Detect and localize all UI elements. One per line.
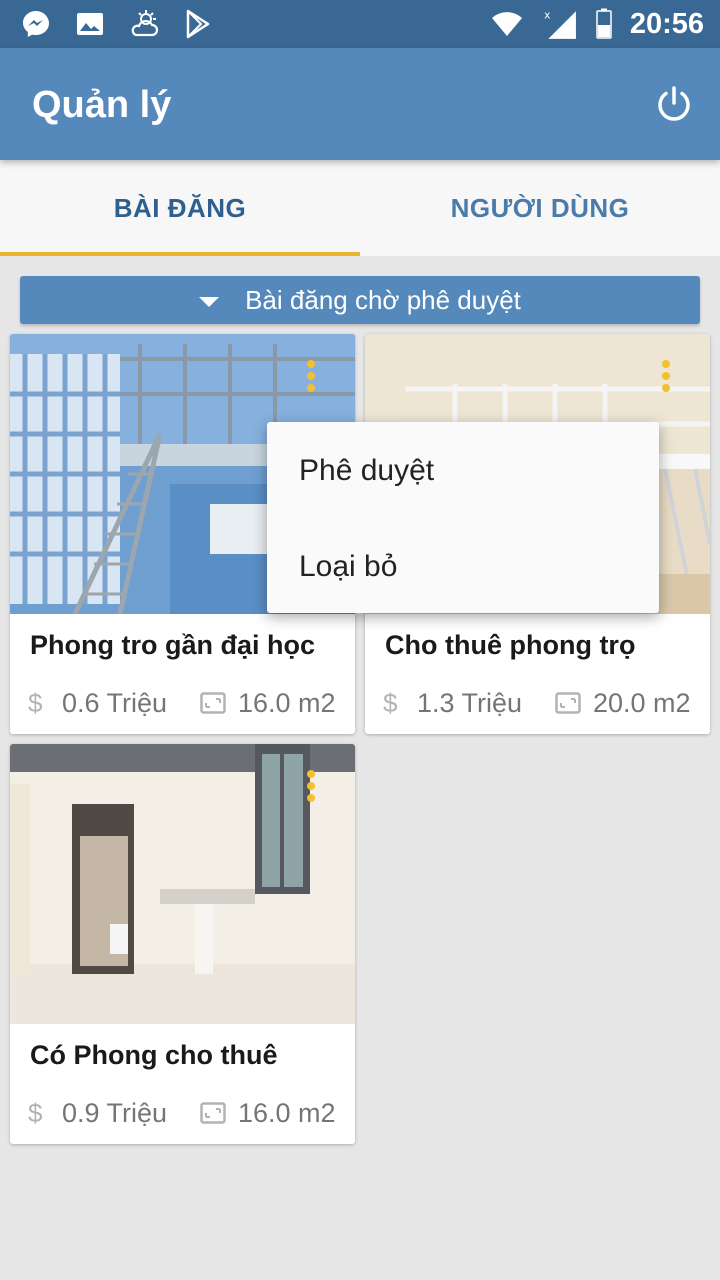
image-icon — [77, 13, 103, 35]
post-action-menu: Phê duyệt Loại bỏ — [267, 422, 659, 613]
post-meta: $ 0.9 Triệu 16.0 m2 — [28, 1096, 348, 1136]
messenger-icon — [23, 11, 49, 37]
tab-indicator — [0, 252, 360, 256]
area-icon — [200, 692, 226, 714]
area-icon — [555, 692, 581, 714]
post-area: 16.0 m2 — [238, 688, 336, 718]
post-meta: $ 1.3 Triệu 20.0 m2 — [383, 686, 703, 726]
status-bar: x 20:56 — [0, 0, 720, 48]
more-vert-icon[interactable] — [307, 360, 317, 396]
status-time: 20:56 — [629, 8, 704, 40]
post-price: 0.6 Triệu — [62, 688, 168, 718]
power-icon[interactable] — [654, 84, 694, 124]
app-bar: Quản lý — [0, 48, 720, 160]
wifi-icon — [491, 12, 522, 36]
post-title: Cho thuê phong trọ — [385, 630, 636, 660]
more-vert-icon[interactable] — [307, 770, 317, 806]
tab-users[interactable]: NGƯỜI DÙNG — [360, 160, 720, 256]
post-price: 1.3 Triệu — [417, 688, 523, 718]
post-meta: $ 0.6 Triệu 16.0 m2 — [28, 686, 348, 726]
more-vert-icon[interactable] — [662, 360, 672, 396]
post-area: 20.0 m2 — [593, 688, 691, 718]
post-price: 0.9 Triệu — [62, 1098, 168, 1128]
tab-posts-label: BÀI ĐĂNG — [113, 192, 247, 223]
post-card[interactable]: Có Phong cho thuê $ 0.9 Triệu 16.0 m2 — [10, 744, 355, 1144]
post-area: 16.0 m2 — [238, 1098, 336, 1128]
cellular-signal-icon: x — [544, 9, 576, 39]
tab-posts[interactable]: BÀI ĐĂNG — [0, 160, 360, 256]
post-status-dropdown[interactable]: Bài đăng chờ phê duyệt — [20, 276, 700, 324]
dollar-icon: $ — [28, 688, 43, 718]
post-title: Có Phong cho thuê — [30, 1040, 278, 1070]
play-store-icon — [186, 9, 210, 39]
battery-icon — [596, 8, 612, 39]
tab-users-label: NGƯỜI DÙNG — [450, 192, 630, 223]
post-image — [10, 744, 355, 1024]
dollar-icon: $ — [28, 1098, 43, 1128]
area-icon — [200, 1102, 226, 1124]
approve-menu-item[interactable]: Phê duyệt — [299, 454, 434, 488]
dollar-icon: $ — [383, 688, 398, 718]
svg-text:x: x — [544, 9, 550, 22]
page-title: Quản lý — [32, 84, 172, 126]
dropdown-selected-value: Bài đăng chờ phê duyệt — [245, 284, 521, 315]
tab-bar: BÀI ĐĂNG NGƯỜI DÙNG — [0, 160, 720, 256]
post-title: Phong tro gần đại học — [30, 630, 315, 660]
caret-down-icon — [199, 297, 220, 307]
reject-menu-item[interactable]: Loại bỏ — [299, 550, 397, 584]
weather-icon — [131, 10, 159, 37]
